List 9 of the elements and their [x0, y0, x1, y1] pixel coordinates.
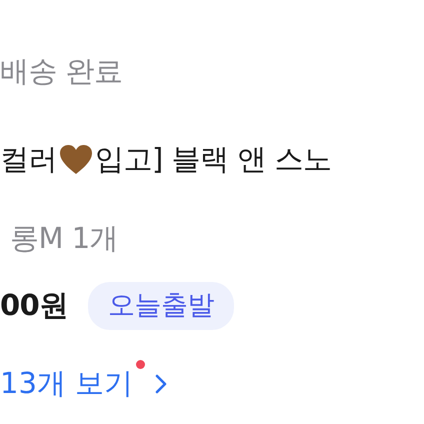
view-more-link[interactable]: 13개 보기	[0, 362, 134, 406]
heart-icon	[59, 144, 93, 176]
option-text: 롱M 1개	[10, 220, 118, 258]
product-name: 입고] 블랙 앤 스노	[95, 141, 332, 178]
product-name: 컬러	[0, 141, 57, 178]
badge-label: 오늘출발	[88, 282, 234, 330]
price-text: 00원	[0, 287, 68, 324]
delivery-status: 배송 완료	[0, 53, 123, 90]
chevron-right-icon[interactable]	[155, 374, 168, 394]
